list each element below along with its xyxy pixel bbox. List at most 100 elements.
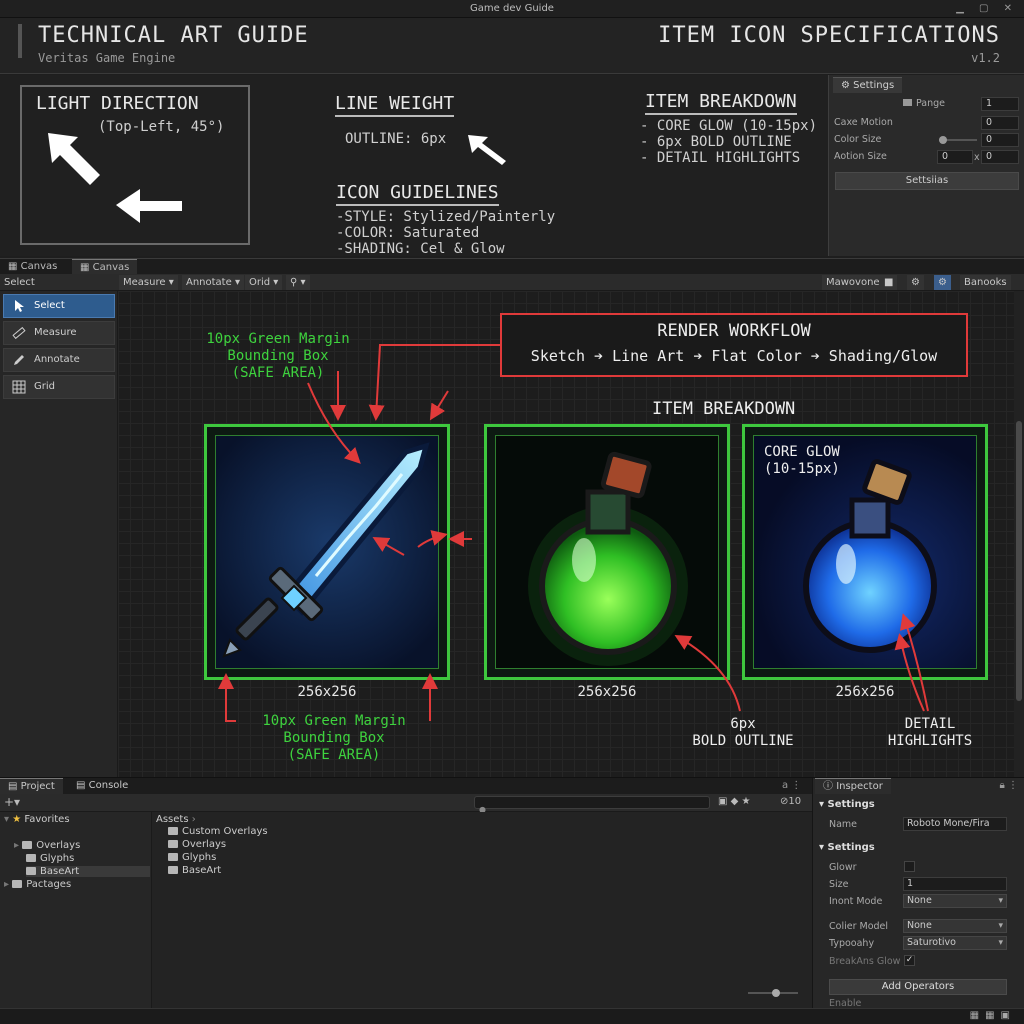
lock-icon[interactable]: a ⋮	[774, 778, 809, 794]
stop-icon[interactable]: ■	[880, 275, 898, 290]
tree-favorites[interactable]: ▾ ★ Favorites	[4, 814, 70, 825]
color-size-field[interactable]: 0	[981, 133, 1019, 147]
color-model-dropdown[interactable]: None	[903, 919, 1007, 933]
add-operators-button[interactable]: Add Operators	[829, 979, 1007, 995]
inspector-section-settings-2[interactable]: ▾ Settings	[819, 842, 875, 853]
canvas-scrollbar[interactable]	[1014, 291, 1024, 777]
status-bar: ▦▦▣	[0, 1008, 1024, 1024]
tree-item-baseart[interactable]: BaseArt	[26, 866, 150, 877]
mawovone-button[interactable]: Mawovone	[822, 275, 884, 290]
tab-inspector-label: Inspector	[836, 781, 883, 792]
tab-canvas-1[interactable]: ▦ Canvas	[0, 259, 65, 275]
toolbar-select-label: Select	[4, 277, 35, 288]
tool-select-label: Select	[34, 300, 65, 311]
guideline-shading: -SHADING: Cel & Glow	[336, 241, 505, 257]
console-icon: ▤	[76, 780, 89, 791]
tab-inspector[interactable]: ⓘ Inspector	[815, 778, 891, 794]
expand-arrow-icon: ▾	[819, 842, 828, 853]
add-icon[interactable]: +▾	[4, 795, 20, 809]
cake-motion-field[interactable]: 0	[981, 116, 1019, 130]
tab-console[interactable]: ▤ Console	[68, 778, 136, 794]
asset-glyphs-label: Glyphs	[182, 852, 217, 863]
asset-overlays[interactable]: Overlays	[168, 839, 226, 850]
banooks-button[interactable]: Banooks	[960, 275, 1011, 290]
color-size-slider[interactable]	[939, 136, 977, 144]
icon-guidelines-title: ICON GUIDELINES	[336, 182, 499, 206]
grid-icon	[12, 380, 26, 394]
name-field[interactable]: Roboto Mone/Fira	[903, 817, 1007, 831]
inspector-section-settings-1[interactable]: ▾ Settings	[819, 799, 875, 810]
asset-baseart[interactable]: BaseArt	[168, 865, 221, 876]
grid-dropdown[interactable]: Orid ▾	[245, 275, 283, 290]
arrow-margin-right	[429, 390, 449, 421]
zoom-slider[interactable]	[748, 989, 798, 997]
tool-grid[interactable]: Grid	[3, 375, 115, 399]
search-input[interactable]: ●	[474, 796, 710, 814]
expand-arrow-icon: ▾	[819, 799, 828, 810]
status-icons[interactable]: ▦▦▣	[970, 1010, 1016, 1021]
size-label-sword: 256x256	[297, 684, 357, 700]
window-title: Game dev Guide	[470, 3, 554, 14]
outline-value: OUTLINE: 6px	[345, 131, 447, 147]
icon-frame-blue-potion[interactable]: CORE GLOW (10-15px)	[742, 424, 988, 680]
typography-label: Typooahy	[829, 938, 875, 949]
break-glow-checkbox[interactable]: ✓	[904, 955, 915, 966]
asset-custom-overlays[interactable]: Custom Overlays	[168, 826, 268, 837]
tree-item-overlays[interactable]: ▸ Overlays	[14, 840, 80, 851]
size-label-blue-potion: 256x256	[835, 684, 895, 700]
tab-canvas-2[interactable]: ▦ Canvas	[72, 259, 138, 275]
slider-knob[interactable]	[939, 136, 947, 144]
tool-annotate[interactable]: Annotate	[3, 348, 115, 372]
tree-item-glyphs[interactable]: Glyphs	[26, 853, 74, 864]
view-icon[interactable]: ⚙	[934, 275, 951, 290]
folder-icon	[903, 99, 912, 106]
tool-measure[interactable]: Measure	[3, 321, 115, 345]
light-direction-box: LIGHT DIRECTION (Top-Left, 45°)	[20, 85, 250, 245]
snap-dropdown[interactable]: ⚲ ▾	[286, 275, 310, 290]
core-glow-note: CORE GLOW (10-15px)	[764, 444, 840, 477]
render-workflow-box: RENDER WORKFLOW Sketch ➔ Line Art ➔ Flat…	[500, 313, 968, 377]
asset-glyphs[interactable]: Glyphs	[168, 852, 216, 863]
guideline-style: -STYLE: Stylized/Painterly	[336, 209, 556, 225]
assets-breadcrumb[interactable]: Assets ›	[156, 814, 196, 825]
input-mode-dropdown[interactable]: None	[903, 894, 1007, 908]
workflow-title: RENDER WORKFLOW	[657, 321, 811, 341]
page-field[interactable]: 1	[981, 97, 1019, 111]
canvas-toolbar: Select Measure ▾ Annotate ▾ Orid ▾ ⚲ ▾ M…	[0, 274, 1024, 291]
page-label-text: Pange	[916, 98, 946, 109]
inspector-lock-icon[interactable]: 🔒︎ ⋮	[1000, 780, 1019, 791]
glow-label: Glowr	[829, 862, 857, 873]
layers-icon[interactable]: ⚙	[907, 275, 924, 290]
icon-frame-green-potion[interactable]	[484, 424, 730, 680]
scrollbar-thumb[interactable]	[1016, 421, 1022, 701]
folder-icon	[168, 853, 178, 861]
tree-favorites-label: Favorites	[24, 814, 70, 825]
hidden-count[interactable]: ⊘10	[780, 796, 801, 807]
annotate-dropdown[interactable]: Annotate ▾	[182, 275, 244, 290]
tree-packages[interactable]: ▸ Pactages	[4, 879, 71, 890]
filter-icons[interactable]: ▣ ◆ ★	[718, 796, 750, 807]
cursor-icon	[15, 300, 24, 312]
action-size-x-field[interactable]: 0	[937, 150, 973, 164]
tool-select[interactable]: Select	[3, 294, 115, 318]
measure-dropdown[interactable]: Measure ▾	[119, 275, 178, 290]
icon-frame-sword[interactable]	[204, 424, 450, 680]
action-size-y-field[interactable]: 0	[981, 150, 1019, 164]
settings-tab[interactable]: ⚙ Settings	[833, 77, 903, 93]
glow-checkbox[interactable]	[904, 861, 915, 872]
window-controls[interactable]: ▁ ▢ ✕	[956, 0, 1018, 18]
spec-panel: LIGHT DIRECTION (Top-Left, 45°) LINE WEI…	[0, 75, 828, 257]
project-tree: ▾ ★ Favorites ▸ Overlays Glyphs BaseArt …	[0, 812, 152, 1008]
settings-button[interactable]: Settsiias	[835, 172, 1019, 190]
input-mode-label: Inont Mode	[829, 896, 883, 907]
expand-arrow-icon: ▸	[4, 879, 13, 890]
chevron-down-icon: ▾	[168, 277, 174, 288]
zoom-slider-knob[interactable]	[772, 989, 780, 997]
size-field[interactable]: 1	[903, 877, 1007, 891]
canvas-area[interactable]: RENDER WORKFLOW Sketch ➔ Line Art ➔ Flat…	[118, 291, 1014, 777]
guide-header: TECHNICAL ART GUIDE Veritas Game Engine …	[0, 18, 1024, 74]
tree-item-overlays-label: Overlays	[36, 840, 81, 851]
info-icon: ⓘ	[823, 781, 837, 792]
tab-project[interactable]: ▤ Project	[0, 778, 63, 794]
typography-dropdown[interactable]: Saturotivo	[903, 936, 1007, 950]
